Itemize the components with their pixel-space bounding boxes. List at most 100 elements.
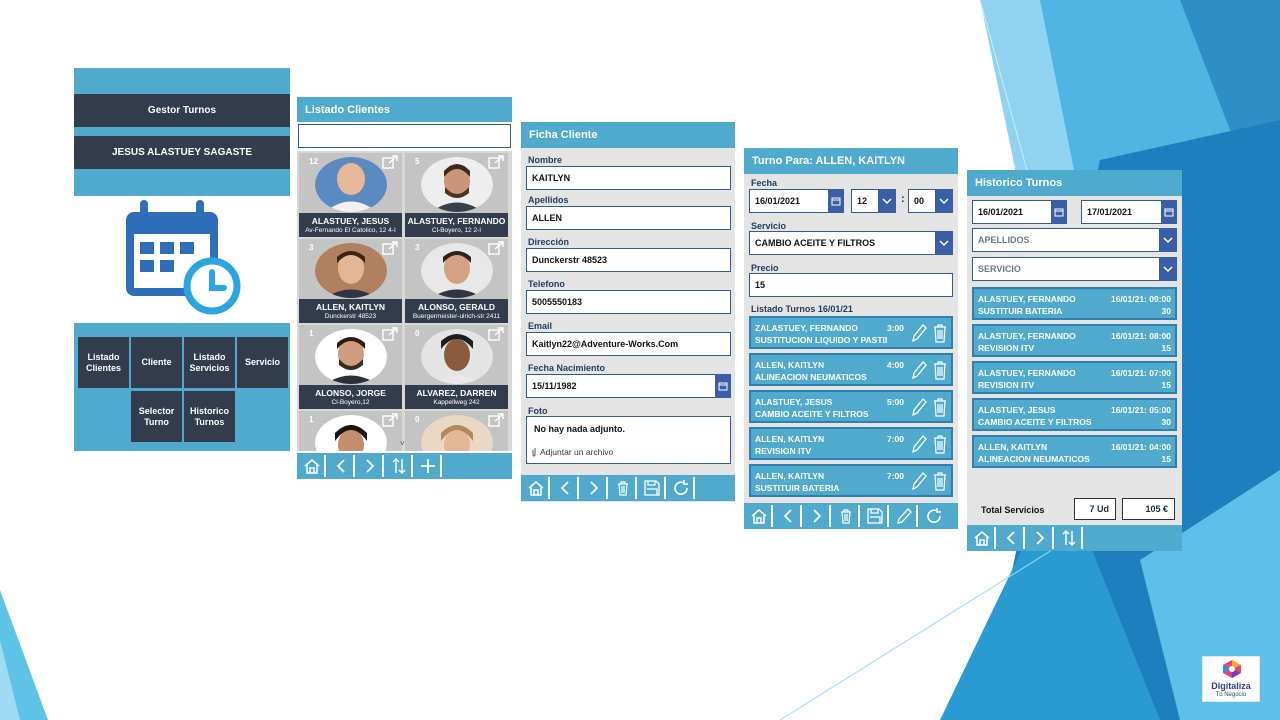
turno-item[interactable]: ALASTUEY, JESUS CAMBIO ACEITE Y FILTROS …: [749, 390, 953, 423]
telefono-field[interactable]: 5005550183: [526, 290, 731, 314]
servicio-dropdown-button[interactable]: [1159, 257, 1177, 281]
apellidos-filter[interactable]: APELLIDOS: [972, 228, 1177, 252]
search-input[interactable]: [298, 124, 511, 148]
tile-historico-turnos[interactable]: Historico Turnos: [184, 391, 235, 442]
direccion-field[interactable]: Dunckerstr 48523: [526, 248, 731, 272]
client-card[interactable]: 1 ALONSO, JORGE Cl-Boyero,12: [299, 325, 402, 409]
precio-field[interactable]: 15: [749, 273, 953, 297]
date-picker-button[interactable]: [715, 374, 731, 398]
back-button[interactable]: [328, 455, 355, 477]
turno-item[interactable]: ALLEN, KAITLYN SUSTITUIR BATERIA 7:00: [749, 464, 953, 497]
date-to-picker-button[interactable]: [1161, 200, 1177, 224]
client-photo: [421, 329, 493, 384]
fecha-field[interactable]: 16/01/2021: [749, 189, 844, 213]
client-card[interactable]: 5 ALASTUEY, FERNANDO Cl-Boyero, 12 2-I: [405, 153, 508, 237]
edit-icon[interactable]: [488, 327, 504, 341]
edit-icon[interactable]: [911, 323, 927, 343]
hour-dropdown-button[interactable]: [878, 189, 896, 213]
home-button[interactable]: [523, 477, 550, 499]
refresh-button[interactable]: [920, 505, 947, 527]
turno-item[interactable]: ZALASTUEY, FERNANDO SUSTITUCION LIQUIDO …: [749, 316, 953, 349]
tile-listado-clientes[interactable]: Listado Clientes: [78, 337, 129, 388]
refresh-button[interactable]: [668, 477, 695, 499]
client-card[interactable]: 3 ALONSO, GERALD Buergermeister-ulrich-st…: [405, 239, 508, 323]
scroll-down-icon[interactable]: ˅: [400, 439, 405, 448]
client-card[interactable]: 12 ALASTUEY, JESUS Av-Fernando El Catolic…: [299, 153, 402, 237]
trash-icon[interactable]: [933, 323, 947, 343]
edit-icon[interactable]: [488, 155, 504, 169]
back-button[interactable]: [552, 477, 579, 499]
apellidos-dropdown-button[interactable]: [1159, 228, 1177, 252]
historico-item[interactable]: ALLEN, KAITLYN ALINEACION NEUMATICOS 16/…: [972, 435, 1177, 468]
historico-item[interactable]: ALASTUEY, JESUS CAMBIO ACEITE Y FILTROS …: [972, 398, 1177, 431]
back-button[interactable]: [998, 527, 1025, 549]
back-button[interactable]: [775, 505, 802, 527]
client-count: 0: [415, 329, 420, 338]
edit-icon[interactable]: [382, 155, 398, 169]
email-field[interactable]: Kaitlyn22@Adventure-Works.Com: [526, 332, 731, 356]
client-card[interactable]: 0: [405, 411, 508, 451]
client-name: ALVAREZ, DARREN: [416, 388, 497, 398]
trash-icon[interactable]: [933, 397, 947, 417]
trash-icon[interactable]: [933, 434, 947, 454]
add-button[interactable]: [415, 455, 442, 477]
client-card[interactable]: 3 ALLEN, KAITLYN Dunckerstr 48523: [299, 239, 402, 323]
client-label: ALVAREZ, DARREN Kappellweg 242: [405, 385, 508, 409]
nombre-field[interactable]: KAITLYN: [526, 166, 731, 190]
turno-item[interactable]: ALLEN, KAITLYN REVISION ITV 7:00: [749, 427, 953, 460]
client-card[interactable]: 0 ALVAREZ, DARREN Kappellweg 242: [405, 325, 508, 409]
home-button[interactable]: [299, 455, 326, 477]
attach-file-link[interactable]: Adjuntar un archivo: [532, 447, 613, 457]
edit-icon[interactable]: [911, 434, 927, 454]
minute-dropdown-button[interactable]: [935, 189, 953, 213]
edit-icon[interactable]: [911, 471, 927, 491]
trash-icon[interactable]: [933, 360, 947, 380]
ficha-title: Ficha Cliente: [521, 122, 735, 148]
edit-icon[interactable]: [382, 241, 398, 255]
edit-icon[interactable]: [911, 397, 927, 417]
edit-icon[interactable]: [382, 327, 398, 341]
edit-icon[interactable]: [382, 413, 398, 427]
tile-listado-servicios[interactable]: Listado Servicios: [184, 337, 235, 388]
add-icon: [420, 459, 435, 473]
forward-button[interactable]: [581, 477, 608, 499]
date-to-field[interactable]: 17/01/2021: [1081, 200, 1177, 224]
edit-icon[interactable]: [488, 241, 504, 255]
fecha-nacimiento-field[interactable]: 15/11/1982: [526, 374, 731, 398]
save-button[interactable]: [862, 505, 889, 527]
edit-icon[interactable]: [911, 360, 927, 380]
save-button[interactable]: [639, 477, 666, 499]
historico-client: ALASTUEY, FERNANDO: [978, 368, 1076, 378]
home-button[interactable]: [746, 505, 773, 527]
servicio-filter[interactable]: SERVICIO: [972, 257, 1177, 281]
servicio-dropdown-button[interactable]: [935, 231, 953, 255]
date-from-field[interactable]: 16/01/2021: [972, 200, 1067, 224]
apellidos-field[interactable]: ALLEN: [526, 206, 731, 230]
date-from-picker-button[interactable]: [1051, 200, 1067, 224]
minute-select[interactable]: 00: [908, 189, 953, 213]
turno-item[interactable]: ALLEN, KAITLYN ALINEACION NEUMATICOS 4:0…: [749, 353, 953, 386]
forward-button[interactable]: [1027, 527, 1054, 549]
historico-item[interactable]: ALASTUEY, FERNANDO REVISION ITV 16/01/21…: [972, 361, 1177, 394]
tile-cliente[interactable]: Cliente: [131, 337, 182, 388]
hour-select[interactable]: 12: [851, 189, 896, 213]
delete-button[interactable]: [610, 477, 637, 499]
edit-button[interactable]: [891, 505, 918, 527]
home-button[interactable]: [969, 527, 996, 549]
date-picker-button[interactable]: [828, 189, 844, 213]
historico-item[interactable]: ALASTUEY, FERNANDO REVISION ITV 16/01/21…: [972, 324, 1177, 357]
servicio-select[interactable]: CAMBIO ACEITE Y FILTROS: [749, 231, 953, 255]
forward-button[interactable]: [804, 505, 831, 527]
edit-icon[interactable]: [488, 413, 504, 427]
tile-servicio[interactable]: Servicio: [237, 337, 288, 388]
forward-button[interactable]: [357, 455, 384, 477]
delete-button[interactable]: [833, 505, 860, 527]
sort-button[interactable]: [1056, 527, 1083, 549]
home-icon: [304, 459, 319, 474]
client-card[interactable]: 1: [299, 411, 402, 451]
foto-label: Foto: [528, 406, 548, 416]
historico-item[interactable]: ALASTUEY, FERNANDO SUSTITUIR BATERIA 16/…: [972, 287, 1177, 320]
tile-selector-turno[interactable]: Selector Turno: [131, 391, 182, 442]
sort-button[interactable]: [386, 455, 413, 477]
trash-icon[interactable]: [933, 471, 947, 491]
